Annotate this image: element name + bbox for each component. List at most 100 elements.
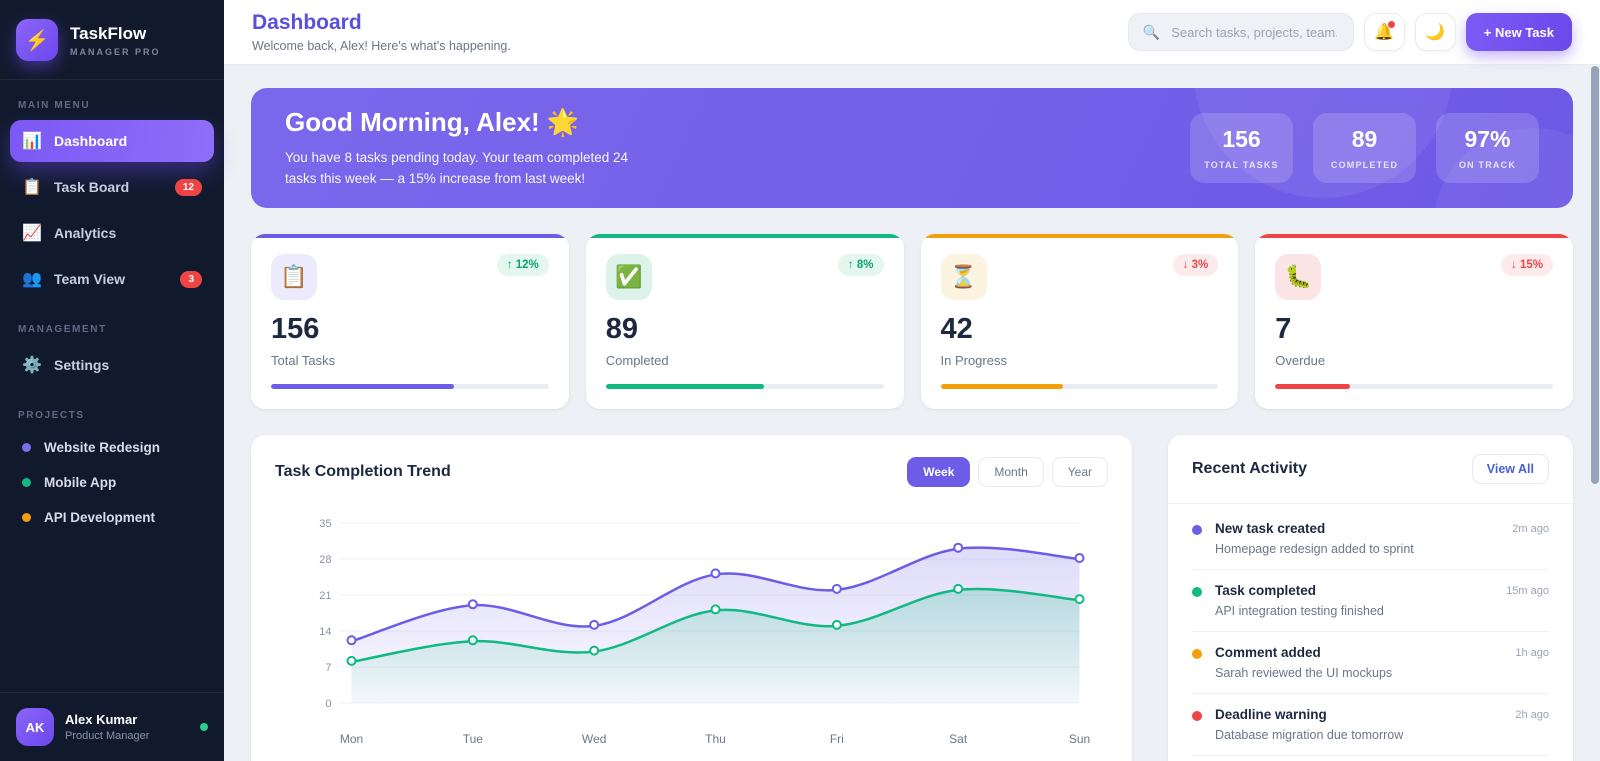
sidebar-project-website-redesign[interactable]: Website Redesign xyxy=(10,430,214,465)
stat-card-in-progress[interactable]: ⏳ ↓ 3% 42 In Progress xyxy=(920,234,1239,409)
trend-badge: ↑ 8% xyxy=(837,254,884,276)
svg-text:Tue: Tue xyxy=(463,732,484,746)
stat-card-completed[interactable]: ✅ ↑ 8% 89 Completed xyxy=(585,234,904,409)
svg-text:Wed: Wed xyxy=(582,732,606,746)
svg-text:35: 35 xyxy=(319,518,331,530)
svg-text:0: 0 xyxy=(325,698,331,710)
sidebar-item-label: Team View xyxy=(54,271,126,287)
search-box[interactable]: 🔍 xyxy=(1127,13,1354,51)
hero-stat-completed: 89 COMPLETED xyxy=(1313,113,1416,183)
hourglass-icon: ⏳ xyxy=(940,254,987,300)
progress-fill xyxy=(940,384,1063,389)
chart-increasing-icon: 📈 xyxy=(22,225,42,242)
progress-fill xyxy=(605,384,765,389)
project-dot xyxy=(22,513,31,522)
activity-dot xyxy=(1192,711,1202,721)
vertical-scrollbar-thumb[interactable] xyxy=(1591,66,1599,484)
app-name: TaskFlow xyxy=(70,23,147,43)
gear-icon: ⚙️ xyxy=(22,357,42,374)
sidebar-item-team-view[interactable]: 👥 Team View 3 xyxy=(10,258,214,300)
task-completion-trend-card: Task Completion Trend Week Month Year 0 7… xyxy=(251,435,1132,761)
user-profile[interactable]: AK Alex Kumar Product Manager xyxy=(0,692,224,761)
search-input[interactable] xyxy=(1169,23,1339,41)
notification-dot xyxy=(1387,21,1395,28)
progress-track xyxy=(1275,384,1553,389)
activity-dot xyxy=(1192,649,1202,659)
progress-fill xyxy=(1275,384,1351,389)
activity-dot xyxy=(1192,525,1202,535)
tab-week[interactable]: Week xyxy=(907,457,971,487)
stat-value: 156 xyxy=(271,313,320,345)
svg-text:Sat: Sat xyxy=(949,732,968,746)
main-area: Dashboard Welcome back, Alex! Here's wha… xyxy=(224,0,1600,761)
svg-text:Sun: Sun xyxy=(1069,732,1090,746)
stat-card-overdue[interactable]: 🐛 ↓ 15% 7 Overdue xyxy=(1255,234,1573,409)
sidebar-item-task-board[interactable]: 📋 Task Board 12 xyxy=(10,166,214,208)
sidebar-project-api-development[interactable]: API Development xyxy=(10,500,214,535)
clipboard-icon: 📋 xyxy=(22,179,42,196)
project-label: Website Redesign xyxy=(44,440,161,455)
activity-item[interactable]: Task completed API integration testing f… xyxy=(1192,570,1549,632)
sidebar-item-dashboard[interactable]: 📊 Dashboard xyxy=(10,120,214,162)
sidebar-item-analytics[interactable]: 📈 Analytics xyxy=(10,212,214,254)
sidebar-item-label: Settings xyxy=(54,357,110,373)
chart-title: Task Completion Trend xyxy=(275,463,451,480)
activity-item-title: Deadline warning xyxy=(1215,707,1327,722)
card-accent-bar xyxy=(920,234,1239,238)
activity-item-title: Comment added xyxy=(1215,645,1321,660)
activity-item[interactable]: New task created Homepage redesign added… xyxy=(1192,508,1549,570)
sidebar-item-settings[interactable]: ⚙️ Settings xyxy=(10,344,214,386)
line-chart: 0 7 14 21 28 35 Mon Tue Wed Thu Fri Sat Sun xyxy=(275,501,1108,755)
new-task-button[interactable]: + New Task xyxy=(1465,13,1572,51)
user-role: Product Manager xyxy=(65,730,150,742)
activity-item-time: 2m ago xyxy=(1512,523,1549,535)
activity-item-desc: Sarah reviewed the UI mockups xyxy=(1215,666,1393,680)
activity-item-time: 15m ago xyxy=(1506,585,1549,597)
activity-item[interactable]: Team member added Mike joined the develo… xyxy=(1192,756,1549,761)
view-all-button[interactable]: View All xyxy=(1471,454,1549,484)
main-menu: 📊 Dashboard 📋 Task Board 12 📈 Analytics … xyxy=(0,120,224,304)
card-accent-bar xyxy=(251,234,569,238)
app-logo-row: ⚡ TaskFlow MANAGER PRO xyxy=(0,0,224,80)
activity-item-desc: Database migration due tomorrow xyxy=(1215,728,1404,742)
project-label: Mobile App xyxy=(44,475,117,490)
page-subtitle: Welcome back, Alex! Here's what's happen… xyxy=(252,39,511,53)
activity-item-time: 1h ago xyxy=(1515,647,1549,659)
sidebar-project-mobile-app[interactable]: Mobile App xyxy=(10,465,214,500)
svg-text:Thu: Thu xyxy=(705,732,726,746)
activity-item[interactable]: Deadline warning Database migration due … xyxy=(1192,694,1549,756)
svg-text:Mon: Mon xyxy=(340,732,363,746)
hero-stat-value: 97% xyxy=(1464,126,1511,152)
tab-month[interactable]: Month xyxy=(978,457,1044,487)
trend-badge: ↓ 3% xyxy=(1172,254,1219,276)
app-subtitle: MANAGER PRO xyxy=(70,46,161,57)
hero-stat-value: 156 xyxy=(1222,126,1261,152)
trend-badge: ↑ 12% xyxy=(496,254,549,276)
sidebar-item-label: Analytics xyxy=(54,225,117,241)
svg-text:7: 7 xyxy=(325,662,331,674)
clipboard-icon: 📋 xyxy=(271,254,317,300)
stat-value: 89 xyxy=(605,313,639,345)
bottom-row: Task Completion Trend Week Month Year 0 7… xyxy=(251,435,1573,761)
activity-item[interactable]: Comment added Sarah reviewed the UI mock… xyxy=(1192,632,1549,694)
top-header: Dashboard Welcome back, Alex! Here's wha… xyxy=(224,0,1600,65)
check-icon: ✅ xyxy=(605,254,652,300)
avatar: AK xyxy=(16,708,54,746)
trend-badge: ↓ 15% xyxy=(1501,254,1553,276)
hero-stat-label: TOTAL TASKS xyxy=(1204,160,1279,170)
svg-text:21: 21 xyxy=(319,590,331,602)
search-icon: 🔍 xyxy=(1142,23,1161,40)
vertical-scrollbar-track[interactable] xyxy=(1590,65,1600,761)
sidebar: ⚡ TaskFlow MANAGER PRO MAIN MENU 📊 Dashb… xyxy=(0,0,224,761)
management-menu: ⚙️ Settings xyxy=(0,344,224,390)
stat-card-total-tasks[interactable]: 📋 ↑ 12% 156 Total Tasks xyxy=(251,234,569,409)
dark-mode-button[interactable]: 🌙 xyxy=(1414,13,1456,51)
tab-year[interactable]: Year xyxy=(1051,457,1108,487)
lightning-icon: ⚡ xyxy=(24,29,50,52)
section-label-main-menu: MAIN MENU xyxy=(18,100,91,111)
stat-label: Completed xyxy=(605,353,669,368)
notifications-button[interactable]: 🔔 xyxy=(1363,13,1405,51)
card-accent-bar xyxy=(1255,234,1573,238)
task-board-badge: 12 xyxy=(174,178,202,196)
online-status-dot xyxy=(200,723,208,731)
